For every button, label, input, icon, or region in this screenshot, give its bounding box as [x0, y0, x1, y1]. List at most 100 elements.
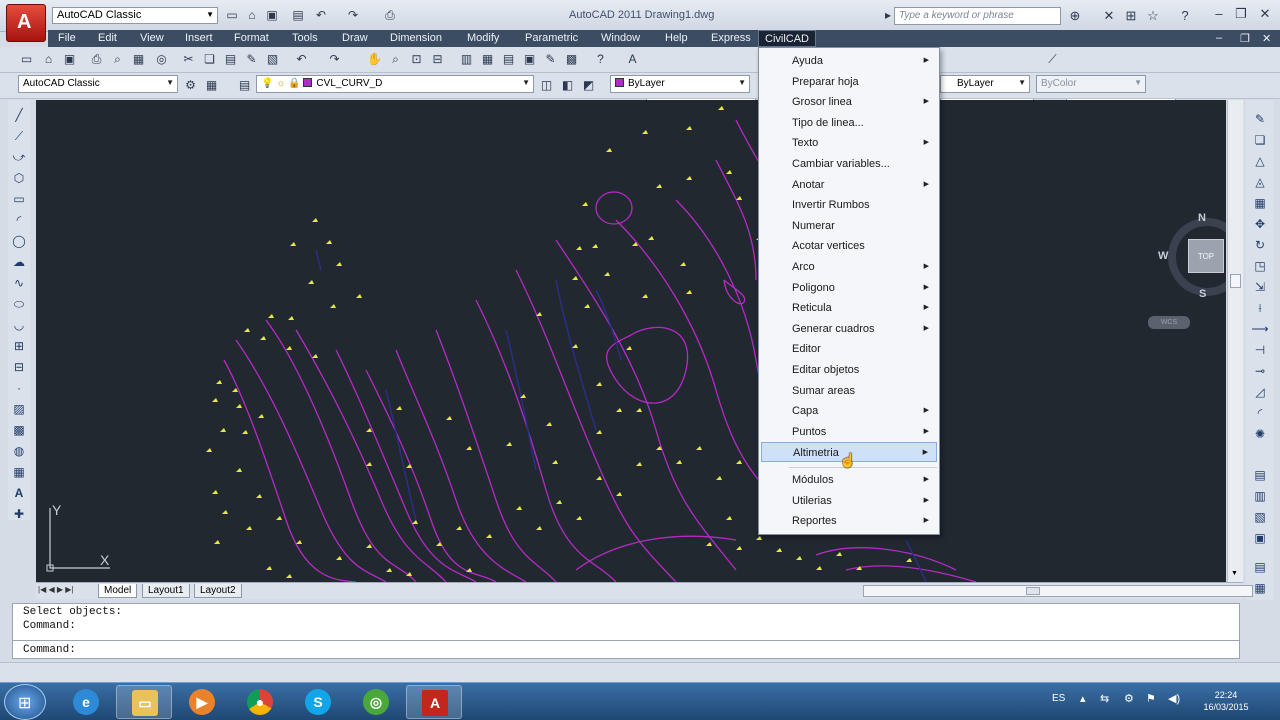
wcs-menu[interactable]: WCS [1148, 316, 1190, 329]
tray-flag-icon[interactable]: ⚑ [1146, 692, 1156, 705]
sheetset-icon[interactable]: ▣ [521, 51, 538, 68]
bring-front-icon[interactable]: ▥ [1251, 487, 1269, 505]
rotate-icon[interactable]: ↻ [1251, 236, 1269, 254]
join-icon[interactable]: ⊸ [1251, 362, 1269, 380]
taskbar-app-green[interactable]: ◎ [348, 685, 404, 719]
doc-minimize-button[interactable]: – [1216, 32, 1222, 44]
offset-icon[interactable]: ◬ [1251, 173, 1269, 191]
find-icon[interactable]: ▦ [1251, 579, 1269, 597]
rectangle-icon[interactable]: ▭ [10, 190, 28, 208]
civilcad-menu-item[interactable]: Reportes ▶ [761, 511, 937, 531]
workspace-combo[interactable]: AutoCAD Classic ▼ [18, 75, 178, 93]
array-icon[interactable]: ▦ [1251, 194, 1269, 212]
civilcad-menu-item[interactable]: Anotar ▶ [761, 175, 937, 195]
linetype-combo[interactable]: ByLayer ▼ [940, 75, 1030, 93]
designcenter-icon[interactable]: ▦ [479, 51, 496, 68]
add-selected-icon[interactable]: ✚ [10, 505, 28, 523]
menu-civilcad[interactable]: CivilCAD [758, 30, 816, 47]
tools-icon[interactable]: ✕ [1100, 7, 1118, 25]
exchange-icon[interactable]: ⊞ [1122, 7, 1140, 25]
table-icon[interactable]: ▦ [10, 463, 28, 481]
workspace-settings-icon[interactable]: ⚙ [182, 77, 199, 94]
insert-block-icon[interactable]: ⊞ [10, 337, 28, 355]
doc-close-button[interactable]: ✕ [1262, 32, 1271, 45]
preview-icon[interactable]: ⌕ [109, 51, 126, 68]
erase-icon[interactable]: ✎ [1251, 110, 1269, 128]
language-indicator[interactable]: ES [1052, 693, 1065, 704]
compass-west[interactable]: W [1158, 250, 1168, 262]
civilcad-menu-item[interactable]: Reticula ▶ [761, 298, 937, 318]
menu-help[interactable]: Help [659, 30, 694, 47]
system-clock[interactable]: 22:24 16/03/2015 [1196, 689, 1256, 713]
layer-previous-icon[interactable]: ◧ [559, 77, 576, 94]
tray-gear-icon[interactable]: ⚙ [1124, 692, 1134, 705]
workspace-save-icon[interactable]: ▦ [203, 77, 220, 94]
viewcube[interactable]: TOP N S E W [1158, 212, 1226, 302]
compass-south[interactable]: S [1199, 288, 1206, 300]
tab-nav-icons[interactable]: |◀ ◀ ▶ ▶| [38, 585, 73, 594]
menu-view[interactable]: View [134, 30, 170, 47]
make-current-icon[interactable]: ◫ [538, 77, 555, 94]
redo-toolbar-icon[interactable]: ↷ [326, 51, 343, 68]
horizontal-scrollbar[interactable] [863, 585, 1253, 597]
make-block-icon[interactable]: ⊟ [10, 358, 28, 376]
plot-icon[interactable]: ⎙ [382, 7, 398, 23]
horizontal-scroll-thumb[interactable] [1026, 587, 1040, 595]
draworder-icon[interactable]: ▤ [1251, 466, 1269, 484]
tray-network-icon[interactable]: ⇆ [1100, 692, 1109, 705]
open-icon[interactable]: ⌂ [244, 7, 260, 23]
polygon-icon[interactable]: ⬡ [10, 169, 28, 187]
civilcad-menu-item[interactable]: Numerar [761, 216, 937, 236]
revcloud-icon[interactable]: ☁ [10, 253, 28, 271]
copy-icon[interactable]: ❏ [201, 51, 218, 68]
quickcalc-icon[interactable]: ▩ [563, 51, 580, 68]
doc-restore-button[interactable]: ❐ [1240, 32, 1250, 45]
civilcad-menu-item[interactable]: Ayuda ▶ [761, 51, 937, 71]
pan-icon[interactable]: ✋ [366, 51, 383, 68]
publish-icon[interactable]: ▦ [130, 51, 147, 68]
command-input[interactable]: Command: [12, 640, 1240, 659]
line-icon[interactable]: ╱ [10, 106, 28, 124]
taskbar-media[interactable]: ▶ [174, 685, 230, 719]
favorites-icon[interactable]: ☆ [1144, 7, 1162, 25]
vertical-scroll-thumb[interactable] [1230, 274, 1241, 288]
matchprop-icon[interactable]: ✎ [243, 51, 260, 68]
civilcad-menu-item[interactable]: Grosor linea ▶ [761, 92, 937, 112]
layer-state-icon[interactable]: ◩ [580, 77, 597, 94]
civilcad-menu-item[interactable]: Invertir Rumbos [761, 195, 937, 215]
menu-parametric[interactable]: Parametric [519, 30, 584, 47]
color-combo[interactable]: ByLayer ▼ [610, 75, 750, 93]
vertical-scrollbar[interactable]: ▼ [1227, 100, 1243, 582]
drawing-canvas[interactable]: TOP N S E W WCS Y X [36, 100, 1226, 582]
scale-icon[interactable]: ◳ [1251, 257, 1269, 275]
region-icon[interactable]: ◍ [10, 442, 28, 460]
compass-north[interactable]: N [1198, 212, 1206, 224]
copy-object-icon[interactable]: ❏ [1251, 131, 1269, 149]
text-style-icon[interactable]: A [624, 51, 641, 68]
tray-volume-icon[interactable]: ◀) [1168, 692, 1180, 705]
move-icon[interactable]: ✥ [1251, 215, 1269, 233]
help-toolbar-icon[interactable]: ? [592, 51, 609, 68]
ellipse-icon[interactable]: ⬭ [10, 295, 28, 313]
binoculars-icon[interactable]: ⊕ [1066, 7, 1084, 25]
blockeditor-icon[interactable]: ▧ [264, 51, 281, 68]
help-icon[interactable]: ? [1176, 7, 1194, 25]
spline-icon[interactable]: ∿ [10, 274, 28, 292]
mleader-style-icon[interactable]: ⟋ [1044, 51, 1061, 68]
menu-edit[interactable]: Edit [92, 30, 123, 47]
taskbar-skype[interactable]: S [290, 685, 346, 719]
taskbar-autocad[interactable]: A [406, 685, 462, 719]
plot-toolbar-icon[interactable]: ⎙ [88, 51, 105, 68]
explode-icon[interactable]: ✺ [1251, 425, 1269, 443]
menu-window[interactable]: Window [595, 30, 646, 47]
civilcad-menu-item[interactable]: Editor [761, 339, 937, 359]
tray-arrow-icon[interactable]: ▴ [1080, 692, 1086, 705]
close-button[interactable]: ✕ [1254, 4, 1276, 24]
civilcad-menu-item[interactable]: Cambiar variables... [761, 154, 937, 174]
circle-icon[interactable]: ◯ [10, 232, 28, 250]
redo-icon[interactable]: ↷ [345, 7, 361, 23]
zoom-previous-icon[interactable]: ⊟ [429, 51, 446, 68]
arc-icon[interactable]: ◜ [10, 211, 28, 229]
menu-tools[interactable]: Tools [286, 30, 324, 47]
send-back-icon[interactable]: ▧ [1251, 508, 1269, 526]
